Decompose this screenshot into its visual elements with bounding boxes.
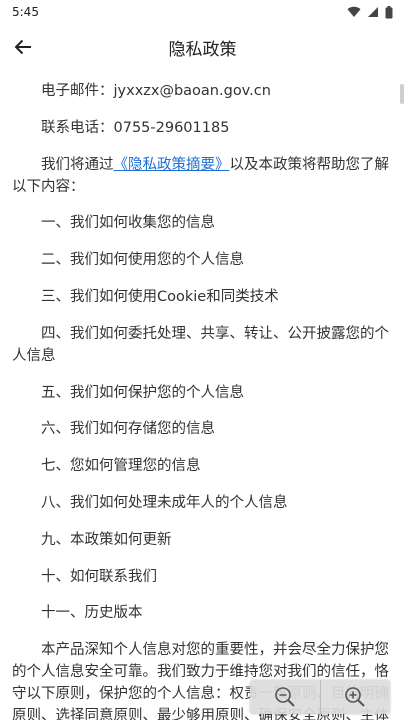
toc-item: 七、您如何管理您的信息 <box>41 458 201 475</box>
signal-icon <box>368 7 378 17</box>
status-bar: 5:45 <box>0 0 405 24</box>
toc-item: 十、如何联系我们 <box>41 568 157 585</box>
intro-paragraph: 我们将通过《隐私政策摘要》以及本政策将帮助您了解以下内容： <box>12 154 393 198</box>
phone-line: 联系电话：0755-29601185 <box>41 119 230 136</box>
toc-item: 二、我们如何使用您的个人信息 <box>41 252 244 269</box>
arrow-left-icon <box>14 39 31 55</box>
policy-content[interactable]: 电子邮件：jyxxzx@baoan.gov.cn 联系电话：0755-29601… <box>0 80 405 720</box>
email-line: 电子邮件：jyxxzx@baoan.gov.cn <box>41 83 271 99</box>
intro-prefix: 我们将通过 <box>41 156 114 173</box>
zoom-out-icon <box>274 687 295 707</box>
wifi-icon <box>347 6 361 17</box>
zoom-controls <box>250 680 390 714</box>
toc-item: 十一、历史版本 <box>41 605 143 622</box>
scrollbar-thumb[interactable] <box>400 84 404 104</box>
zoom-in-icon <box>345 687 365 707</box>
toc-item: 三、我们如何使用Cookie和同类技术 <box>41 288 279 305</box>
battery-icon <box>385 5 393 18</box>
toc-item: 五、我们如何保护您的个人信息 <box>41 384 244 401</box>
app-bar: 隐私政策 <box>0 24 405 70</box>
status-time: 5:45 <box>12 5 39 19</box>
toc-item: 六、我们如何存储您的信息 <box>41 421 215 438</box>
policy-summary-link[interactable]: 《隐私政策摘要》 <box>114 157 230 173</box>
zoom-in-button[interactable] <box>319 680 390 714</box>
zoom-out-button[interactable] <box>250 680 320 714</box>
status-icons <box>347 5 393 19</box>
toc-item: 八、我们如何处理未成年人的个人信息 <box>41 494 288 511</box>
toc-item: 四、我们如何委托处理、共享、转让、公开披露您的个人信息 <box>12 325 389 364</box>
page-title: 隐私政策 <box>168 39 237 60</box>
toc-item: 九、本政策如何更新 <box>41 531 172 548</box>
back-button[interactable] <box>6 30 40 64</box>
toc-item: 一、我们如何收集您的信息 <box>41 215 215 232</box>
policy-text: 电子邮件：jyxxzx@baoan.gov.cn 联系电话：0755-29601… <box>0 80 405 720</box>
